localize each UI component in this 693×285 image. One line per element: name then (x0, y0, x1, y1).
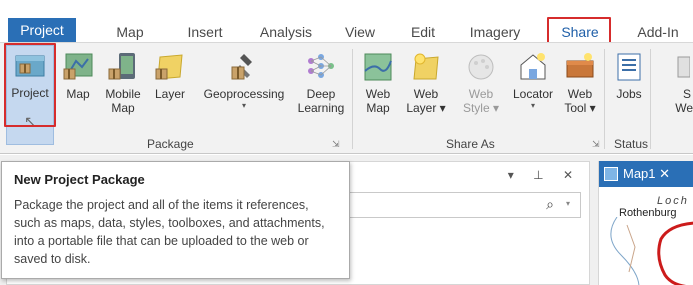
deep-learning-label-line2: Learning (297, 101, 345, 115)
locator-button[interactable]: Locator ▾ (508, 47, 558, 117)
tab-edit[interactable]: Edit (404, 22, 442, 42)
jobs-button[interactable]: Jobs (612, 47, 646, 117)
web-style-label-line1: Web (468, 87, 494, 101)
deep-learning-package-button[interactable]: Deep Learning (296, 47, 346, 117)
group-separator (604, 49, 605, 149)
tab-map[interactable]: Map (105, 22, 155, 42)
geoprocessing-dropdown-arrow: ▾ (241, 101, 246, 110)
mobile-map-label-line2: Map (111, 101, 135, 115)
ribbon-tab-bar: Project Map Insert Analysis View Edit Im… (0, 0, 693, 44)
tab-analysis[interactable]: Analysis (250, 22, 322, 42)
partial-label-line1: S (682, 87, 691, 101)
project-button-highlight (4, 43, 56, 127)
map-tab[interactable]: Map1 ✕ (599, 161, 693, 187)
share-as-group-launcher-icon[interactable]: ⇲ (592, 139, 600, 150)
tab-add-in[interactable]: Add-In (628, 22, 688, 42)
web-style-label-line2: Style ▾ (462, 101, 500, 115)
web-map-icon (364, 53, 392, 81)
web-style-button[interactable]: Web Style ▾ (456, 47, 506, 117)
partial-share-button[interactable]: S We (655, 47, 693, 117)
tab-insert[interactable]: Insert (175, 22, 235, 42)
map-view[interactable]: Map1 ✕ Loch Rothenburg (598, 161, 693, 285)
tooltip-body: Package the project and all of the items… (14, 198, 325, 266)
tooltip-title: New Project Package (14, 172, 145, 187)
map-package-icon (63, 53, 93, 80)
layer-package-button[interactable]: Layer (148, 47, 192, 117)
map-icon (604, 167, 618, 181)
web-tool-button[interactable]: Web Tool ▾ (560, 47, 600, 117)
jobs-icon (617, 53, 641, 81)
layer-package-icon (155, 54, 183, 80)
locator-dropdown-arrow: ▾ (530, 101, 535, 110)
geoprocessing-label: Geoprocessing (203, 87, 285, 101)
web-layer-icon (413, 53, 439, 80)
web-tool-icon (566, 53, 594, 78)
status-group-label: Status (614, 137, 649, 151)
mobile-map-package-button[interactable]: Mobile Map (101, 47, 145, 117)
tab-imagery[interactable]: Imagery (462, 22, 528, 42)
package-group-launcher-icon[interactable]: ⇲ (332, 139, 340, 150)
jobs-label: Jobs (616, 87, 642, 101)
search-icon[interactable]: ⌕ (546, 196, 554, 213)
web-tool-label-line2: Tool ▾ (564, 101, 596, 115)
geoprocessing-package-icon (231, 54, 252, 80)
share-tab-highlight (547, 17, 611, 44)
mobile-map-package-icon (108, 53, 135, 80)
partial-label-line2: We (675, 101, 693, 115)
web-map-label-line2: Map (366, 101, 390, 115)
locator-icon (520, 53, 546, 80)
package-group-label: Package (147, 137, 194, 151)
web-layer-label-line2: Layer ▾ (406, 101, 446, 115)
map-label: Loch (657, 195, 689, 207)
web-map-label-line1: Web (365, 87, 391, 101)
share-as-group-label: Share As (446, 137, 495, 151)
map-boundary (610, 217, 693, 285)
group-separator (352, 49, 353, 149)
geoprocessing-package-button[interactable]: Geoprocessing ▾ (197, 47, 291, 117)
deep-learning-label-line1: Deep (306, 87, 336, 101)
chevron-down-icon[interactable]: ▾ (566, 199, 570, 208)
pane-window-controls[interactable]: ▾ ⊥ ✕ (508, 168, 581, 182)
project-package-tooltip: New Project Package Package the project … (1, 161, 350, 279)
map-package-button[interactable]: Map (59, 47, 97, 117)
group-separator (650, 49, 651, 149)
deep-learning-package-icon (308, 54, 334, 78)
web-map-button[interactable]: Web Map (360, 47, 396, 117)
locator-label: Locator (512, 87, 554, 101)
map-package-label: Map (66, 87, 90, 101)
partial-share-icon (677, 56, 690, 78)
tab-view[interactable]: View (338, 22, 382, 42)
tab-project[interactable]: Project (8, 18, 76, 42)
web-tool-label-line1: Web (567, 87, 593, 101)
ribbon: Project ↖ Map Mobile Map Layer Geoproces… (0, 42, 693, 154)
web-style-icon (468, 54, 494, 80)
web-layer-label-line1: Web (413, 87, 439, 101)
layer-package-label: Layer (154, 87, 186, 101)
mobile-map-label-line1: Mobile (105, 87, 141, 101)
map-tab-label: Map1 ✕ (623, 166, 671, 181)
web-layer-button[interactable]: Web Layer ▾ (400, 47, 452, 117)
